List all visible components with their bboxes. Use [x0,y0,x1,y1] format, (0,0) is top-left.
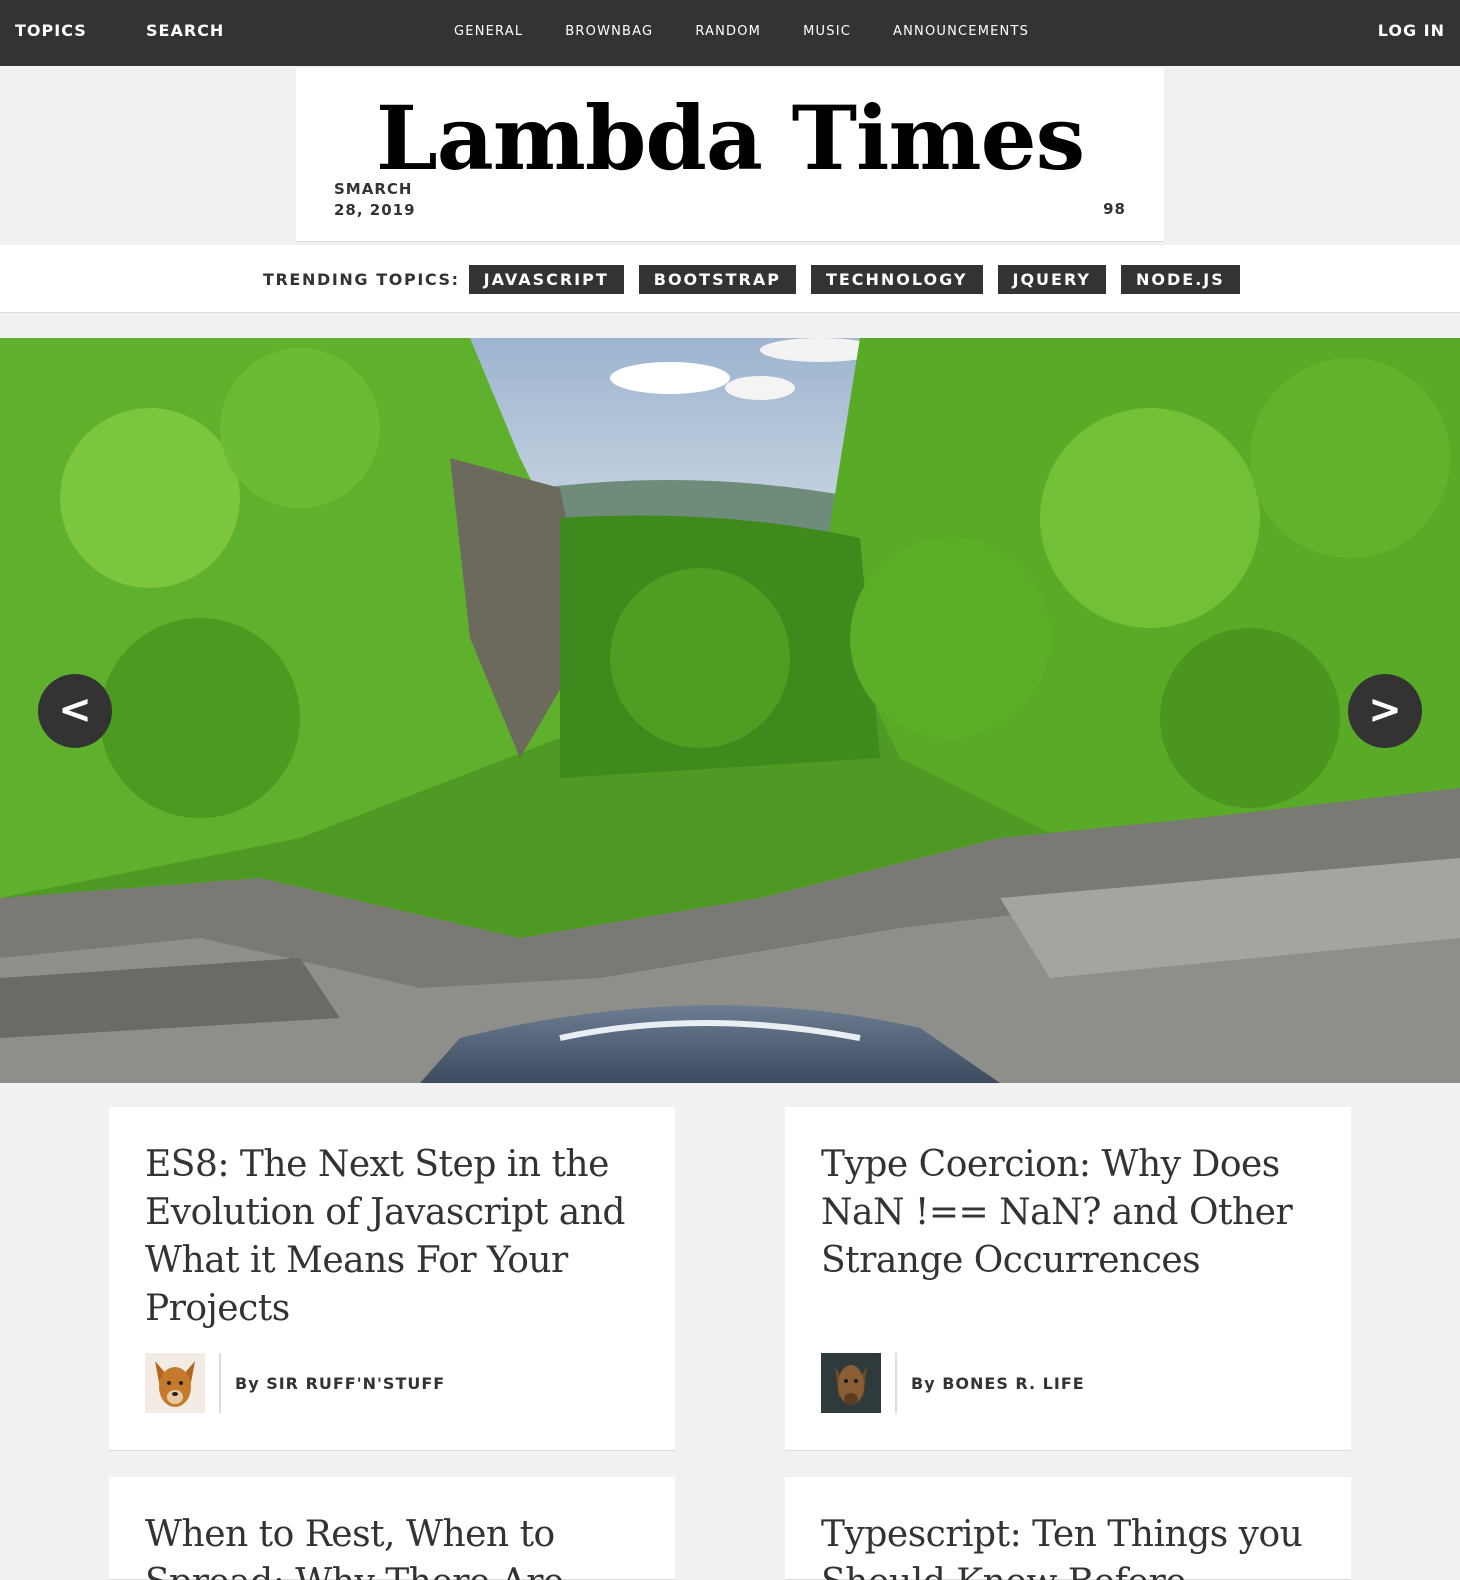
main-nav: GENERAL BROWNBAG RANDOM MUSIC ANNOUNCEME… [454,24,1071,39]
topic-tab-jquery[interactable]: JQUERY [997,265,1107,294]
author-avatar [145,1353,205,1413]
article-card[interactable]: When to Rest, When to Spread: Why There … [109,1477,675,1580]
site-title: Lambda Times [375,86,1085,190]
article-card[interactable]: Typescript: Ten Things you Should Know B… [785,1477,1351,1580]
nav-general[interactable]: GENERAL [454,24,523,39]
article-headline[interactable]: ES8: The Next Step in the Evolution of J… [145,1141,645,1333]
trending-bar: TRENDING TOPICS: JAVASCRIPT BOOTSTRAP TE… [0,245,1460,313]
carousel-image [0,338,1460,1083]
masthead: Lambda Times SMARCH 28, 2019 98 [296,68,1164,242]
topic-tab-bootstrap[interactable]: BOOTSTRAP [638,265,796,294]
nav-random[interactable]: RANDOM [695,24,761,39]
article-headline[interactable]: When to Rest, When to Spread: Why There … [145,1511,645,1580]
article-author: By SIR RUFF'N'STUFF [145,1353,445,1413]
author-avatar [821,1353,881,1413]
author-divider [895,1353,897,1413]
article-card[interactable]: Type Coercion: Why Does NaN !== NaN? and… [785,1107,1351,1451]
top-navbar: TOPICS SEARCH GENERAL BROWNBAG RANDOM MU… [0,0,1460,66]
search-link[interactable]: SEARCH [146,21,224,40]
topic-tab-javascript[interactable]: JAVASCRIPT [468,265,624,294]
nav-music[interactable]: MUSIC [803,24,851,39]
topic-tab-technology[interactable]: TECHNOLOGY [810,265,983,294]
article-headline[interactable]: Type Coercion: Why Does NaN !== NaN? and… [821,1141,1321,1285]
author-divider [219,1353,221,1413]
topic-tab-nodejs[interactable]: NODE.JS [1121,265,1240,294]
nav-announcements[interactable]: ANNOUNCEMENTS [893,24,1029,39]
image-carousel: < > [0,338,1460,1083]
article-author: By BONES R. LIFE [821,1353,1085,1413]
carousel-prev-button[interactable]: < [38,674,112,748]
article-headline[interactable]: Typescript: Ten Things you Should Know B… [821,1511,1321,1580]
author-byline: By BONES R. LIFE [911,1373,1085,1393]
topics-link[interactable]: TOPICS [15,21,87,40]
login-link[interactable]: LOG IN [1378,21,1445,40]
author-byline: By SIR RUFF'N'STUFF [235,1373,446,1393]
carousel-next-button[interactable]: > [1348,674,1422,748]
masthead-date: SMARCH 28, 2019 [334,180,416,219]
nav-brownbag[interactable]: BROWNBAG [565,24,653,39]
article-card[interactable]: ES8: The Next Step in the Evolution of J… [109,1107,675,1451]
trending-label: TRENDING TOPICS: [263,270,460,289]
masthead-temperature: 98 [1103,200,1126,218]
